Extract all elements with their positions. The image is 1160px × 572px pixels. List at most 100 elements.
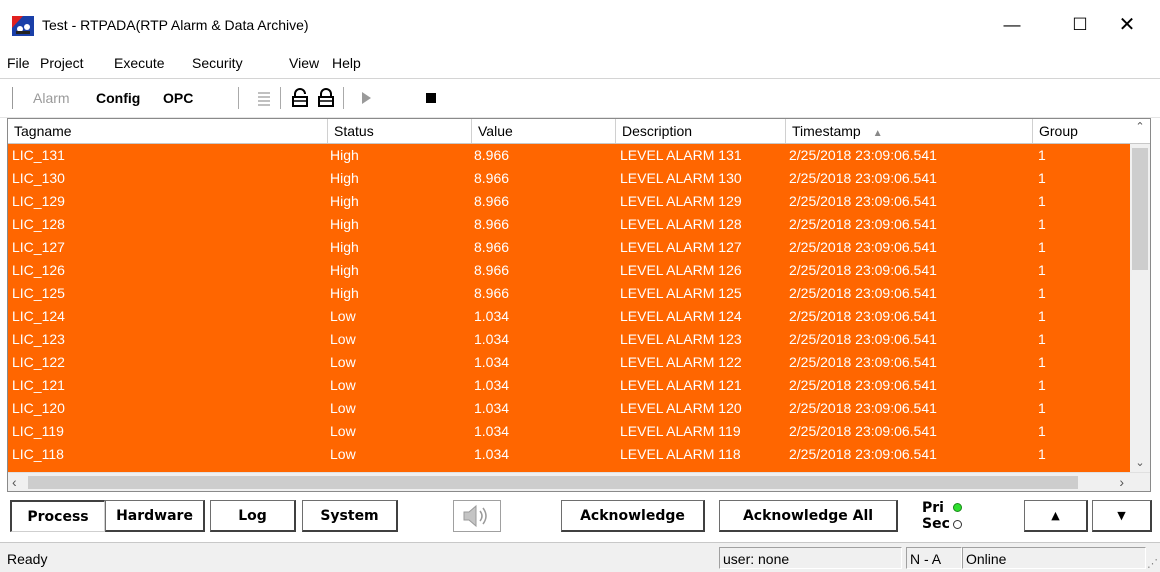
lock-closed-icon[interactable] <box>316 88 336 108</box>
cell-timestamp: 2/25/2018 23:09:06.541 <box>789 377 937 393</box>
secondary-led-icon <box>953 520 962 529</box>
table-row[interactable]: LIC_130 High 8.966 LEVEL ALARM 130 2/25/2018… <box>8 167 1130 190</box>
menu-file[interactable]: File <box>7 55 30 71</box>
cell-value: 8.966 <box>474 147 510 163</box>
stop-icon[interactable] <box>421 88 441 108</box>
table-row[interactable]: LIC_122 Low 1.034 LEVEL ALARM 122 2/25/2018 … <box>8 351 1130 374</box>
play-icon[interactable] <box>356 88 376 108</box>
cell-description: LEVEL ALARM 119 <box>620 423 741 439</box>
scroll-up-button[interactable]: ▲ <box>1024 500 1088 532</box>
cell-value: 1.034 <box>474 400 510 416</box>
horizontal-scrollbar[interactable]: ‹ › <box>8 472 1150 491</box>
menu-security[interactable]: Security <box>192 55 243 71</box>
table-row[interactable]: LIC_126 High 8.966 LEVEL ALARM 126 2/25/2018… <box>8 259 1130 282</box>
config-button[interactable]: Config <box>96 90 140 106</box>
vertical-scrollbar[interactable]: ⌃ ⌄ <box>1130 121 1150 472</box>
column-header-timestamp[interactable]: Timestamp ▲ <box>786 119 1033 143</box>
status-user: user: none <box>719 547 902 569</box>
status-bar: Ready user: none N - A Online ⋰ <box>0 542 1160 572</box>
menu-view[interactable]: View <box>289 55 319 71</box>
table-row[interactable]: LIC_131 High 8.966 LEVEL ALARM 131 2/25/2018… <box>8 144 1130 167</box>
acknowledge-all-button[interactable]: Acknowledge All <box>719 500 898 532</box>
cell-value: 8.966 <box>474 193 510 209</box>
table-row[interactable]: LIC_123 Low 1.034 LEVEL ALARM 123 2/25/2018 … <box>8 328 1130 351</box>
scroll-down-button[interactable]: ▼ <box>1092 500 1152 532</box>
cell-tagname: LIC_124 <box>12 308 65 324</box>
cell-description: LEVEL ALARM 126 <box>620 262 742 278</box>
table-body[interactable]: LIC_131 High 8.966 LEVEL ALARM 131 2/25/2018… <box>8 144 1130 472</box>
table-row[interactable]: LIC_129 High 8.966 LEVEL ALARM 129 2/25/2018… <box>8 190 1130 213</box>
alarm-button[interactable]: Alarm <box>33 90 70 106</box>
opc-button[interactable]: OPC <box>163 90 193 106</box>
cell-group: 1 <box>1038 423 1046 439</box>
log-button[interactable]: Log <box>210 500 296 532</box>
table-row[interactable]: LIC_118 Low 1.034 LEVEL ALARM 118 2/25/2018 … <box>8 443 1130 466</box>
scroll-down-icon[interactable]: ⌄ <box>1130 455 1150 472</box>
hardware-button[interactable]: Hardware <box>105 500 205 532</box>
cell-status: High <box>330 262 359 278</box>
column-header-group[interactable]: Group <box>1033 119 1130 143</box>
menu-execute[interactable]: Execute <box>114 55 165 71</box>
cell-description: LEVEL ALARM 131 <box>620 147 742 163</box>
scroll-left-icon[interactable]: ‹ <box>12 474 17 490</box>
toolbar-separator <box>280 87 284 109</box>
table-row[interactable]: LIC_121 Low 1.034 LEVEL ALARM 121 2/25/2018 … <box>8 374 1130 397</box>
cell-group: 1 <box>1038 354 1046 370</box>
scroll-up-icon[interactable]: ⌃ <box>1130 119 1150 136</box>
column-header-value[interactable]: Value <box>472 119 616 143</box>
toolbar-separator <box>343 87 347 109</box>
acknowledge-button[interactable]: Acknowledge <box>561 500 705 532</box>
table-row[interactable]: LIC_120 Low 1.034 LEVEL ALARM 120 2/25/2018 … <box>8 397 1130 420</box>
pri-label: Pri <box>922 500 944 516</box>
minimize-button[interactable]: — <box>989 8 1035 42</box>
table-row[interactable]: LIC_125 High 8.966 LEVEL ALARM 125 2/25/2018… <box>8 282 1130 305</box>
list-icon[interactable] <box>254 88 274 108</box>
cell-tagname: LIC_126 <box>12 262 65 278</box>
column-header-tagname[interactable]: Tagname <box>8 119 328 143</box>
cell-timestamp: 2/25/2018 23:09:06.541 <box>789 446 937 462</box>
cell-timestamp: 2/25/2018 23:09:06.541 <box>789 285 937 301</box>
cell-status: Low <box>330 423 356 439</box>
rtp-app-icon <box>12 16 34 36</box>
cell-group: 1 <box>1038 147 1046 163</box>
menu-help[interactable]: Help <box>332 55 361 71</box>
table-row[interactable]: LIC_124 Low 1.034 LEVEL ALARM 124 2/25/2018 … <box>8 305 1130 328</box>
alarm-table[interactable]: Tagname Status Value Description Timesta… <box>7 118 1151 492</box>
scroll-right-icon[interactable]: › <box>1119 474 1124 490</box>
status-mode: N - A <box>906 547 962 569</box>
menu-bar: File Project Execute Security View Help <box>0 50 1160 76</box>
horizontal-scroll-thumb[interactable] <box>28 476 1078 489</box>
cell-value: 8.966 <box>474 262 510 278</box>
maximize-button[interactable]: ☐ <box>1057 8 1103 42</box>
resize-grip-icon[interactable]: ⋰ <box>1147 557 1158 570</box>
close-button[interactable]: ✕ <box>1104 8 1150 42</box>
column-header-description[interactable]: Description <box>616 119 786 143</box>
status-connection: Online <box>962 547 1146 569</box>
system-button[interactable]: System <box>302 500 398 532</box>
table-row[interactable]: LIC_128 High 8.966 LEVEL ALARM 128 2/25/2018… <box>8 213 1130 236</box>
table-row[interactable]: LIC_127 High 8.966 LEVEL ALARM 127 2/25/2018… <box>8 236 1130 259</box>
cell-status: High <box>330 147 359 163</box>
speaker-button[interactable] <box>453 500 501 532</box>
column-header-status[interactable]: Status <box>328 119 472 143</box>
cell-tagname: LIC_125 <box>12 285 65 301</box>
cell-status: High <box>330 193 359 209</box>
vertical-scroll-thumb[interactable] <box>1132 148 1148 270</box>
cell-status: Low <box>330 308 356 324</box>
lock-open-icon[interactable] <box>290 88 310 108</box>
cell-group: 1 <box>1038 262 1046 278</box>
table-header: Tagname Status Value Description Timesta… <box>8 119 1150 144</box>
cell-tagname: LIC_121 <box>12 377 65 393</box>
cell-value: 1.034 <box>474 423 510 439</box>
toolbar: Alarm Config OPC <box>0 78 1160 118</box>
cell-timestamp: 2/25/2018 23:09:06.541 <box>789 170 937 186</box>
cell-value: 1.034 <box>474 377 510 393</box>
cell-tagname: LIC_120 <box>12 400 65 416</box>
cell-tagname: LIC_130 <box>12 170 65 186</box>
cell-timestamp: 2/25/2018 23:09:06.541 <box>789 354 937 370</box>
cell-value: 1.034 <box>474 331 510 347</box>
toolbar-grip[interactable] <box>12 87 16 109</box>
menu-project[interactable]: Project <box>40 55 84 71</box>
process-button[interactable]: Process <box>10 500 105 532</box>
table-row[interactable]: LIC_119 Low 1.034 LEVEL ALARM 119 2/25/2018 … <box>8 420 1130 443</box>
